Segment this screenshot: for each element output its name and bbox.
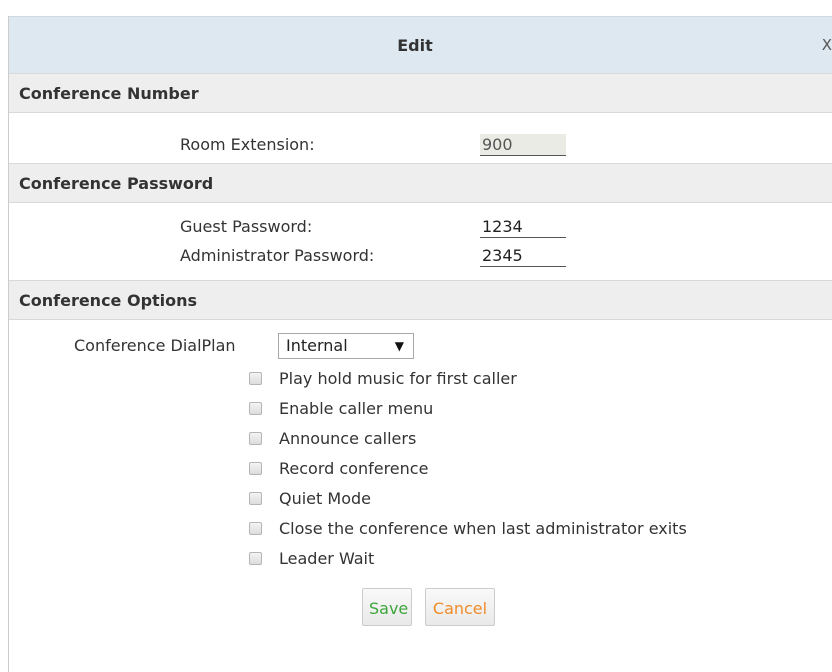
dialog-left-border (8, 16, 9, 672)
option-leader-wait[interactable]: Leader Wait (249, 546, 374, 570)
checkbox-play-hold-music[interactable] (249, 371, 262, 385)
caret-down-icon: ▼ (394, 339, 404, 353)
admin-password-label: Administrator Password: (180, 246, 375, 265)
option-label: Record conference (279, 458, 429, 478)
option-label: Leader Wait (279, 548, 375, 568)
save-button[interactable]: Save (362, 588, 412, 626)
option-label: Play hold music for first caller (279, 368, 517, 388)
guest-password-label: Guest Password: (180, 217, 313, 236)
option-record-conference[interactable]: Record conference (249, 456, 428, 480)
section-header-conference-number: Conference Number (9, 73, 832, 113)
cancel-button[interactable]: Cancel (425, 588, 495, 626)
edit-dialog: Edit X Conference Number Room Extension:… (0, 0, 832, 672)
admin-password-input[interactable] (480, 245, 566, 267)
option-quiet-mode[interactable]: Quiet Mode (249, 486, 371, 510)
dialog-title: Edit (397, 36, 433, 55)
option-label: Announce callers (279, 428, 417, 448)
checkbox-leader-wait[interactable] (249, 551, 262, 565)
option-close-conference[interactable]: Close the conference when last administr… (249, 516, 687, 540)
guest-password-input[interactable] (480, 216, 566, 238)
dialplan-select[interactable]: Internal ▼ (278, 333, 414, 359)
checkbox-close-conference[interactable] (249, 521, 262, 535)
checkbox-quiet-mode[interactable] (249, 491, 262, 505)
option-enable-caller-menu[interactable]: Enable caller menu (249, 396, 433, 420)
option-label: Quiet Mode (279, 488, 371, 508)
close-icon[interactable]: X (818, 17, 832, 74)
dialplan-selected-value: Internal (286, 336, 348, 355)
dialog-titlebar: Edit X (9, 16, 832, 74)
checkbox-enable-caller-menu[interactable] (249, 401, 262, 415)
checkbox-record-conference[interactable] (249, 461, 262, 475)
dialplan-label: Conference DialPlan (74, 336, 236, 355)
section-header-conference-options: Conference Options (9, 280, 832, 320)
room-extension-label: Room Extension: (180, 135, 315, 154)
option-announce-callers[interactable]: Announce callers (249, 426, 416, 450)
option-label: Enable caller menu (279, 398, 434, 418)
room-extension-input[interactable] (480, 134, 566, 156)
option-play-hold-music[interactable]: Play hold music for first caller (249, 366, 517, 390)
section-header-conference-password: Conference Password (9, 163, 832, 203)
checkbox-announce-callers[interactable] (249, 431, 262, 445)
option-label: Close the conference when last administr… (279, 518, 687, 538)
